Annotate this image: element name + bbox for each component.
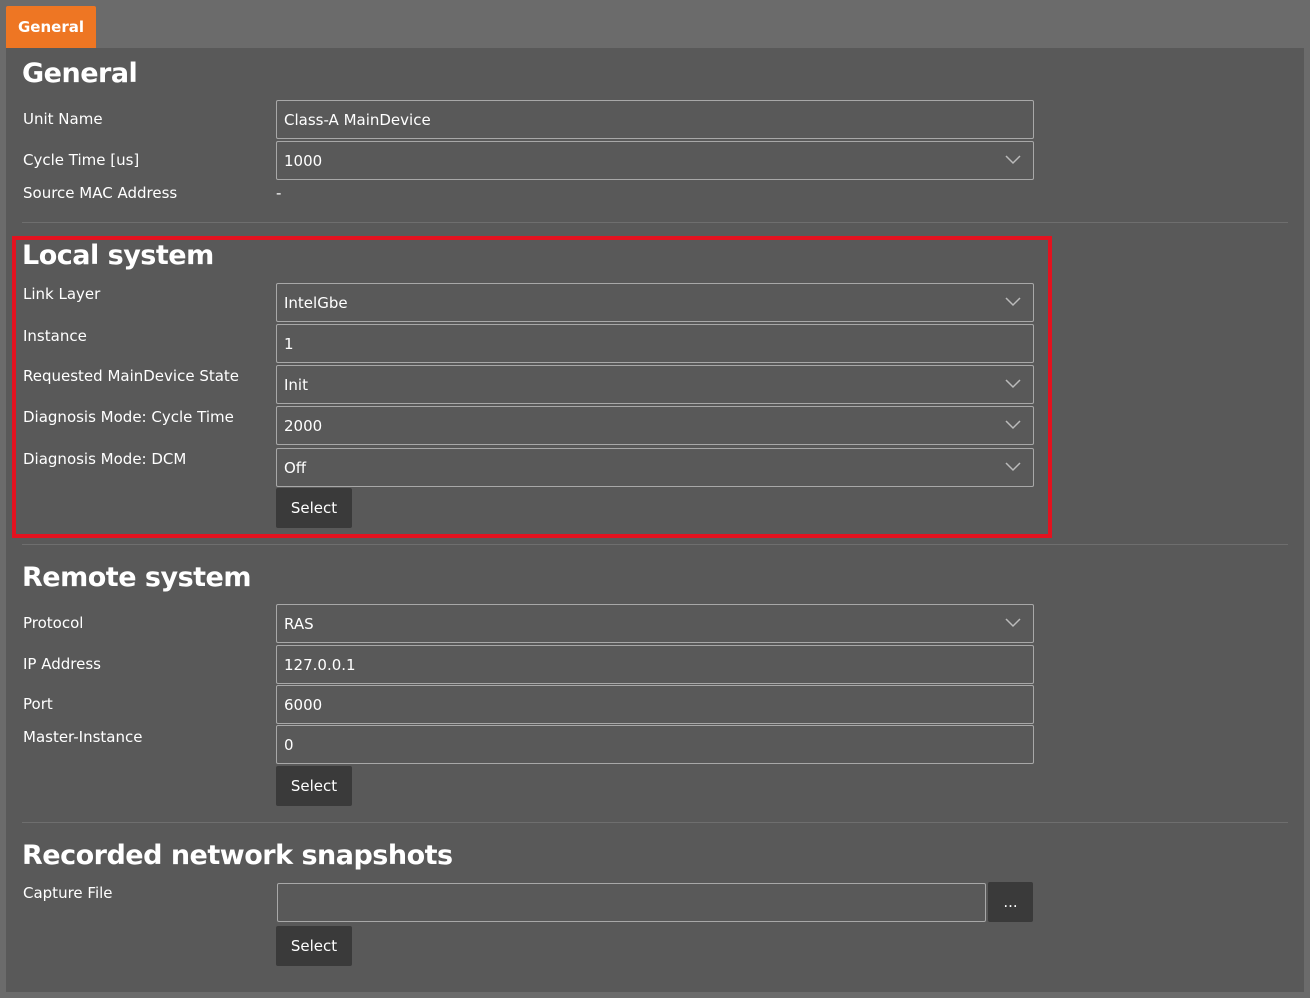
capture-file-input[interactable] bbox=[277, 883, 986, 922]
protocol-label: Protocol bbox=[23, 614, 84, 632]
protocol-select[interactable]: RAS bbox=[276, 604, 1034, 643]
cycle-time-label: Cycle Time [us] bbox=[23, 151, 140, 169]
unit-name-label: Unit Name bbox=[23, 110, 103, 128]
section-title-snapshots: Recorded network snapshots bbox=[22, 840, 453, 871]
local-select-button[interactable]: Select bbox=[276, 488, 352, 528]
diag-dcm-value: Off bbox=[284, 458, 307, 477]
cycle-time-select[interactable]: 1000 bbox=[276, 141, 1034, 180]
master-instance-label: Master-Instance bbox=[23, 728, 143, 746]
section-title-remote-system: Remote system bbox=[22, 562, 252, 593]
section-divider bbox=[22, 822, 1288, 823]
chevron-down-icon bbox=[1005, 378, 1021, 388]
chevron-down-icon bbox=[1005, 296, 1021, 306]
requested-state-select[interactable]: Init bbox=[276, 365, 1034, 404]
unit-name-input[interactable] bbox=[276, 100, 1034, 139]
link-layer-select[interactable]: IntelGbe bbox=[276, 283, 1034, 322]
chevron-down-icon bbox=[1005, 419, 1021, 429]
chevron-down-icon bbox=[1005, 617, 1021, 627]
section-title-local-system: Local system bbox=[22, 240, 214, 271]
tab-bar: General bbox=[0, 0, 1310, 48]
capture-file-label: Capture File bbox=[23, 884, 113, 902]
diag-dcm-select[interactable]: Off bbox=[276, 448, 1034, 487]
master-instance-input[interactable] bbox=[276, 725, 1034, 764]
ip-address-label: IP Address bbox=[23, 655, 101, 673]
snapshots-select-button[interactable]: Select bbox=[276, 926, 352, 966]
chevron-down-icon bbox=[1005, 461, 1021, 471]
chevron-down-icon bbox=[1005, 154, 1021, 164]
diag-cycle-time-select[interactable]: 2000 bbox=[276, 406, 1034, 445]
section-divider bbox=[22, 544, 1288, 545]
section-title-general: General bbox=[22, 58, 138, 89]
requested-state-label: Requested MainDevice State bbox=[23, 367, 240, 385]
browse-file-button[interactable]: ... bbox=[988, 882, 1033, 922]
requested-state-value: Init bbox=[284, 375, 308, 394]
diag-cycle-time-value: 2000 bbox=[284, 416, 323, 435]
tab-general[interactable]: General bbox=[6, 6, 96, 48]
port-input[interactable] bbox=[276, 685, 1034, 724]
protocol-value: RAS bbox=[284, 614, 314, 633]
source-mac-value: - bbox=[276, 184, 282, 202]
diag-cycle-time-label: Diagnosis Mode: Cycle Time bbox=[23, 408, 234, 426]
section-divider bbox=[22, 222, 1288, 223]
source-mac-label: Source MAC Address bbox=[23, 184, 178, 202]
ip-address-input[interactable] bbox=[276, 645, 1034, 684]
instance-label: Instance bbox=[23, 327, 87, 345]
diag-dcm-label: Diagnosis Mode: DCM bbox=[23, 450, 187, 468]
port-label: Port bbox=[23, 695, 53, 713]
cycle-time-value: 1000 bbox=[284, 151, 323, 170]
link-layer-value: IntelGbe bbox=[284, 293, 348, 312]
instance-input[interactable] bbox=[276, 324, 1034, 363]
remote-select-button[interactable]: Select bbox=[276, 766, 352, 806]
link-layer-label: Link Layer bbox=[23, 285, 101, 303]
